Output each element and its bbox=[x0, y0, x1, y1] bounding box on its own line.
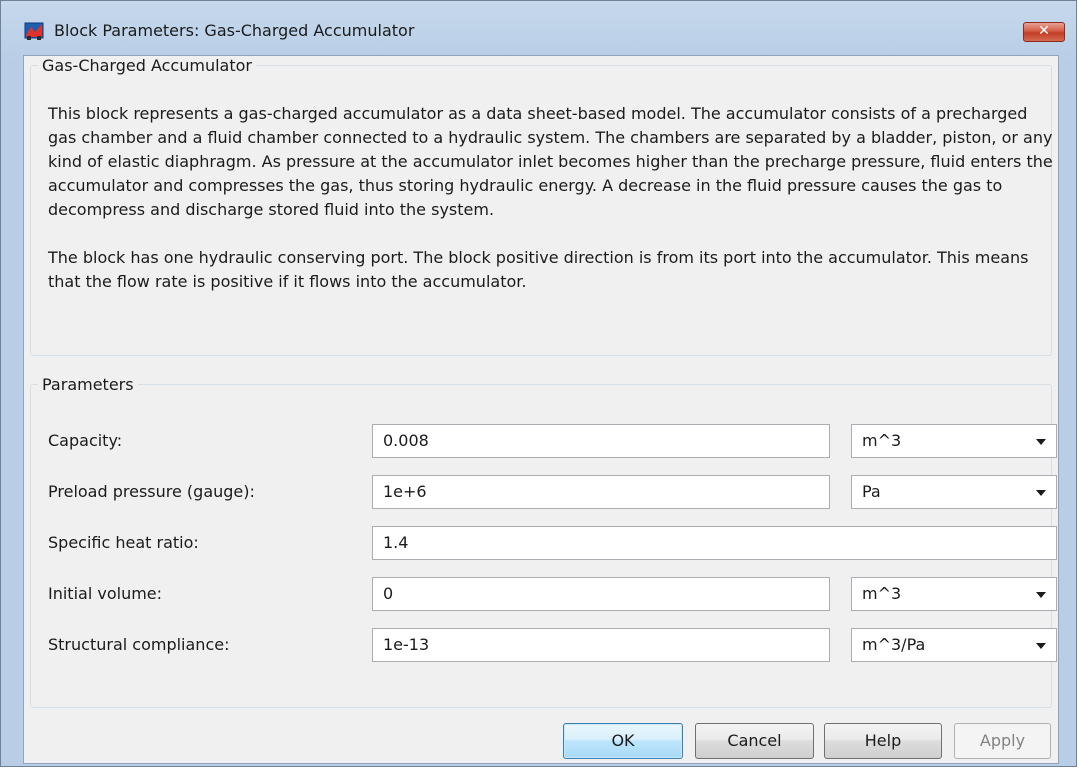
initial-volume-unit-dropdown[interactable]: m^3 bbox=[851, 577, 1057, 611]
close-button[interactable]: ✕ bbox=[1023, 22, 1065, 42]
description-group-title: Gas-Charged Accumulator bbox=[38, 56, 256, 76]
chevron-down-icon bbox=[1036, 643, 1046, 649]
block-parameters-dialog: Block Parameters: Gas-Charged Accumulato… bbox=[0, 0, 1077, 767]
capacity-unit-value: m^3 bbox=[862, 431, 902, 450]
description-paragraph: This block represents a gas-charged accu… bbox=[48, 104, 1053, 219]
capacity-label: Capacity: bbox=[48, 431, 123, 450]
close-icon: ✕ bbox=[1038, 23, 1050, 39]
ok-button[interactable]: OK bbox=[563, 723, 683, 759]
capacity-field[interactable]: 0.008 bbox=[372, 424, 830, 458]
apply-button[interactable]: Apply bbox=[954, 723, 1051, 759]
preload-pressure-field[interactable]: 1e+6 bbox=[372, 475, 830, 509]
cancel-button[interactable]: Cancel bbox=[695, 723, 814, 759]
dialog-client-area: Gas-Charged Accumulator This block repre… bbox=[23, 55, 1059, 764]
simulink-block-icon bbox=[24, 22, 44, 40]
parameters-group: Parameters Capacity: 0.008 m^3 Preload p… bbox=[30, 375, 1057, 708]
initial-volume-label: Initial volume: bbox=[48, 584, 163, 603]
chevron-down-icon bbox=[1036, 592, 1046, 598]
capacity-unit-dropdown[interactable]: m^3 bbox=[851, 424, 1057, 458]
preload-pressure-unit-value: Pa bbox=[862, 482, 881, 501]
description-group: Gas-Charged Accumulator This block repre… bbox=[30, 56, 1053, 356]
initial-volume-field[interactable]: 0 bbox=[372, 577, 830, 611]
window-title: Block Parameters: Gas-Charged Accumulato… bbox=[54, 21, 415, 40]
structural-compliance-unit-dropdown[interactable]: m^3/Pa bbox=[851, 628, 1057, 662]
structural-compliance-field[interactable]: 1e-13 bbox=[372, 628, 830, 662]
description-paragraph: The block has one hydraulic conserving p… bbox=[48, 248, 1029, 291]
help-button[interactable]: Help bbox=[824, 723, 942, 759]
preload-pressure-label: Preload pressure (gauge): bbox=[48, 482, 255, 501]
parameters-group-title: Parameters bbox=[38, 375, 138, 395]
structural-compliance-label: Structural compliance: bbox=[48, 635, 230, 654]
initial-volume-unit-value: m^3 bbox=[862, 584, 902, 603]
block-description: This block represents a gas-charged accu… bbox=[48, 102, 1058, 294]
title-bar[interactable]: Block Parameters: Gas-Charged Accumulato… bbox=[1, 1, 1076, 55]
structural-compliance-unit-value: m^3/Pa bbox=[862, 635, 926, 654]
chevron-down-icon bbox=[1036, 439, 1046, 445]
chevron-down-icon bbox=[1036, 490, 1046, 496]
specific-heat-ratio-label: Specific heat ratio: bbox=[48, 533, 199, 552]
preload-pressure-unit-dropdown[interactable]: Pa bbox=[851, 475, 1057, 509]
specific-heat-ratio-field[interactable]: 1.4 bbox=[372, 526, 1057, 560]
